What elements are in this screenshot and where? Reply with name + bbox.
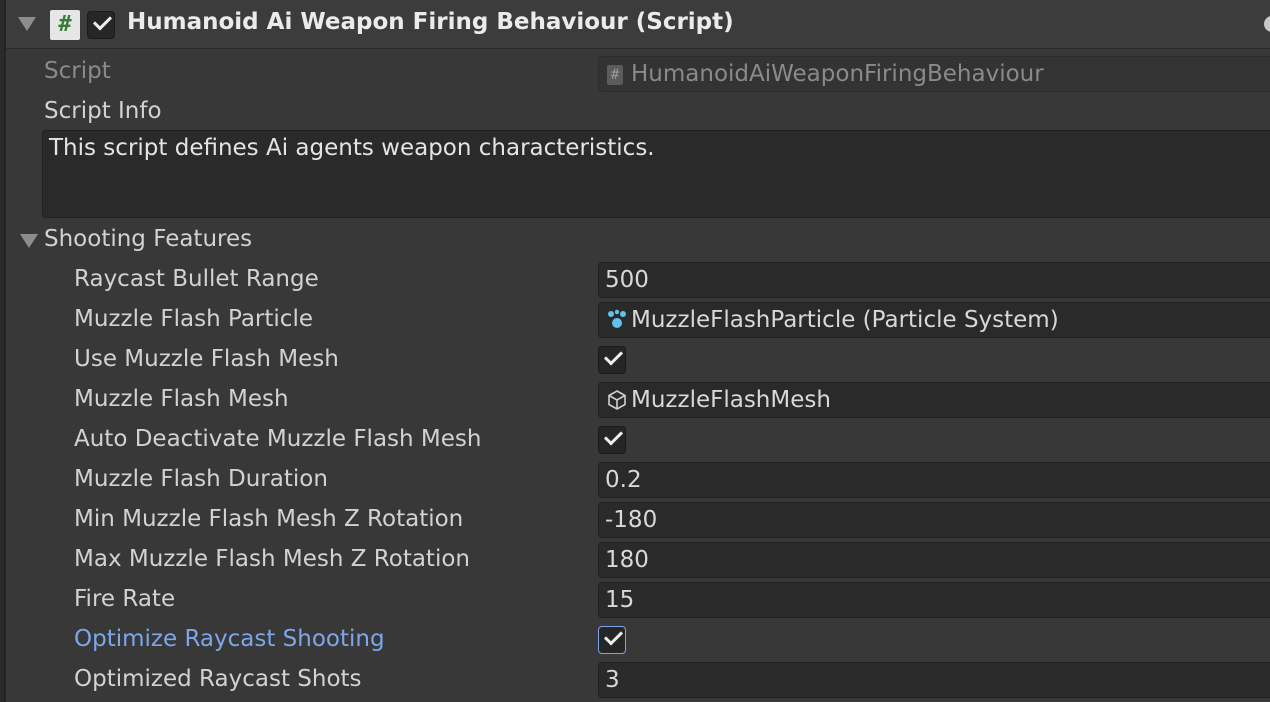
muzzle-flash-mesh-label: Muzzle Flash Mesh <box>74 386 289 412</box>
script-icon: # <box>50 10 80 40</box>
optimized-raycast-shots-label: Optimized Raycast Shots <box>74 666 362 692</box>
script-object-field[interactable]: # HumanoidAiWeaponFiringBehaviour <box>598 56 1270 92</box>
script-hash-icon: # <box>607 65 623 85</box>
auto-deactivate-muzzle-flash-mesh-label: Auto Deactivate Muzzle Flash Mesh <box>74 426 482 452</box>
checkmark-icon <box>603 626 624 646</box>
checkmark-icon <box>92 11 113 31</box>
script-label: Script <box>44 58 111 84</box>
raycast-bullet-range-field[interactable]: 500 <box>598 262 1270 298</box>
script-info-text: This script defines Ai agents weapon cha… <box>49 135 655 161</box>
max-muzzle-flash-mesh-z-rotation-field[interactable]: 180 <box>598 542 1270 578</box>
component-foldout-arrow-icon[interactable] <box>18 17 36 31</box>
script-info-label: Script Info <box>44 98 162 124</box>
shooting-features-foldout-arrow-icon[interactable] <box>20 234 38 248</box>
fire-rate-label: Fire Rate <box>74 586 176 612</box>
auto-deactivate-muzzle-flash-mesh-checkbox[interactable] <box>598 426 626 454</box>
muzzle-flash-duration-label: Muzzle Flash Duration <box>74 466 328 492</box>
component-title: Humanoid Ai Weapon Firing Behaviour (Scr… <box>127 9 734 35</box>
checkmark-icon <box>603 346 624 366</box>
muzzle-flash-duration-field[interactable]: 0.2 <box>598 462 1270 498</box>
particle-system-icon <box>608 309 626 328</box>
component-header[interactable]: # Humanoid Ai Weapon Firing Behaviour (S… <box>6 0 1270 49</box>
min-muzzle-flash-mesh-z-rotation-label: Min Muzzle Flash Mesh Z Rotation <box>74 506 464 532</box>
shooting-features-header[interactable]: Shooting Features <box>44 226 252 252</box>
optimize-raycast-shooting-label: Optimize Raycast Shooting <box>74 626 385 652</box>
optimized-raycast-shots-field[interactable]: 3 <box>598 662 1270 698</box>
use-muzzle-flash-mesh-label: Use Muzzle Flash Mesh <box>74 346 339 372</box>
raycast-bullet-range-label: Raycast Bullet Range <box>74 266 319 292</box>
min-muzzle-flash-mesh-z-rotation-field[interactable]: -180 <box>598 502 1270 538</box>
checkmark-icon <box>603 426 624 446</box>
script-field-value: HumanoidAiWeaponFiringBehaviour <box>631 61 1044 87</box>
fire-rate-field[interactable]: 15 <box>598 582 1270 618</box>
script-info-textarea[interactable]: This script defines Ai agents weapon cha… <box>42 130 1270 218</box>
component-enabled-toggle[interactable] <box>87 11 115 39</box>
muzzle-flash-particle-field[interactable]: MuzzleFlashParticle (Particle System) <box>598 302 1270 338</box>
mesh-icon <box>608 390 626 410</box>
component-settings-icon[interactable] <box>1264 16 1270 32</box>
muzzle-flash-mesh-value: MuzzleFlashMesh <box>631 387 831 413</box>
max-muzzle-flash-mesh-z-rotation-label: Max Muzzle Flash Mesh Z Rotation <box>74 546 470 572</box>
muzzle-flash-particle-label: Muzzle Flash Particle <box>74 306 313 332</box>
use-muzzle-flash-mesh-checkbox[interactable] <box>598 346 626 374</box>
muzzle-flash-particle-value: MuzzleFlashParticle (Particle System) <box>631 307 1059 333</box>
window-left-divider <box>4 0 6 702</box>
optimize-raycast-shooting-checkbox[interactable] <box>598 626 626 654</box>
muzzle-flash-mesh-field[interactable]: MuzzleFlashMesh <box>598 382 1270 418</box>
